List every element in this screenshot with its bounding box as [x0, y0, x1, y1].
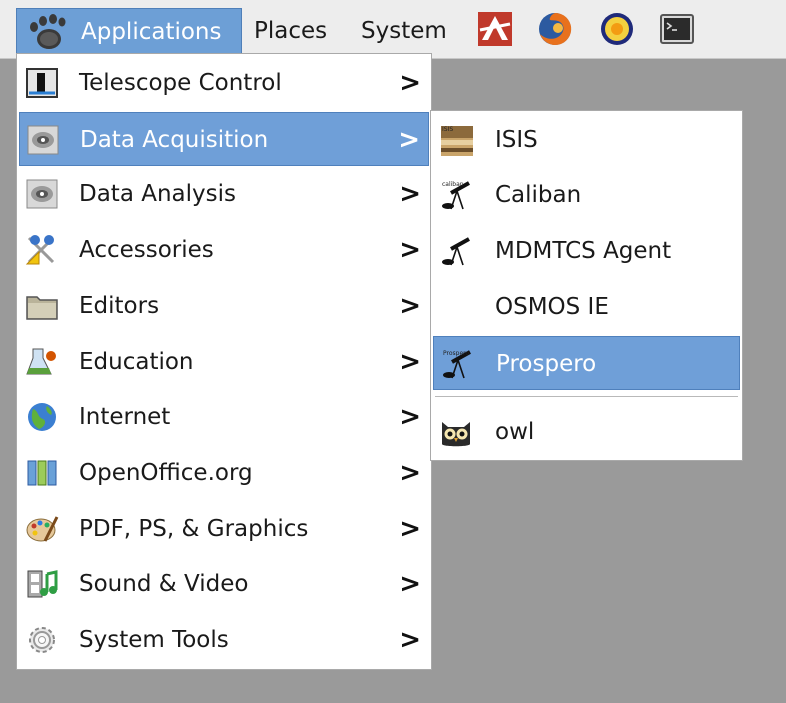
- menu-item-label: PDF, PS, & Graphics: [79, 515, 309, 542]
- applications-label: Applications: [81, 19, 222, 45]
- chevron-right-icon: >: [398, 124, 420, 155]
- chevron-right-icon: >: [399, 68, 421, 98]
- svg-text:Prospero: Prospero: [443, 350, 469, 357]
- applications-menu: Telescope Control > Data Acquisition > Data …: [16, 53, 432, 670]
- submenu-item-label: OSMOS IE: [495, 294, 609, 320]
- submenu-item-prospero[interactable]: Prospero Prospero: [433, 336, 740, 390]
- firefox-icon[interactable]: [536, 10, 574, 48]
- menu-item-sound-video[interactable]: Sound & Video >: [19, 557, 429, 611]
- chevron-right-icon: >: [399, 179, 421, 210]
- palette-icon: [26, 515, 59, 542]
- menu-separator: [435, 396, 738, 397]
- menu-item-openoffice-org[interactable]: OpenOffice.org >: [19, 446, 429, 500]
- terminal-icon[interactable]: [658, 10, 696, 48]
- submenu-item-isis[interactable]: ISIS ISIS: [433, 113, 740, 167]
- globe-icon: [28, 403, 56, 432]
- chevron-right-icon: >: [399, 290, 421, 321]
- folder-icon: [26, 296, 58, 320]
- submenu-item-label: owl: [495, 419, 535, 445]
- submenu-item-caliban[interactable]: caliban Caliban: [433, 168, 740, 222]
- menu-item-label: OpenOffice.org: [79, 459, 253, 486]
- menu-item-label: Telescope Control: [79, 70, 282, 96]
- submenu-item-label: Caliban: [495, 182, 582, 208]
- submenu-item-label: MDMTCS Agent: [495, 238, 672, 264]
- openoffice-icon: [27, 460, 57, 486]
- menu-item-system-tools[interactable]: System Tools >: [19, 613, 429, 667]
- film-icon: [27, 570, 58, 598]
- submenu-item-owl[interactable]: owl: [433, 405, 740, 459]
- menu-item-label: Editors: [79, 292, 160, 319]
- sun-icon[interactable]: [598, 10, 636, 48]
- telescope-control-icon: [26, 68, 58, 98]
- places-menu-button[interactable]: Places: [244, 8, 337, 54]
- galaxy-icon: [27, 125, 59, 155]
- menu-item-data-analysis[interactable]: Data Analysis >: [19, 167, 429, 221]
- menu-item-label: System Tools: [79, 627, 229, 653]
- galaxy-icon: [26, 179, 58, 209]
- menu-item-accessories[interactable]: Accessories >: [19, 223, 429, 277]
- menu-item-label: Internet: [79, 404, 171, 431]
- chevron-right-icon: >: [399, 235, 421, 266]
- gnome-foot-icon: [30, 14, 66, 49]
- applications-menu-button[interactable]: Applications: [16, 8, 242, 54]
- telescope-icon: caliban: [442, 181, 470, 210]
- chevron-right-icon: >: [399, 402, 421, 433]
- chevron-right-icon: >: [399, 457, 421, 488]
- telescope-icon: [442, 237, 470, 266]
- submenu-item-label: ISIS: [495, 127, 538, 153]
- system-menu-button[interactable]: System: [351, 8, 457, 54]
- submenu-item-osmos-ie[interactable]: OSMOS IE: [433, 280, 740, 334]
- app-launcher-icon[interactable]: [476, 10, 514, 48]
- submenu-item-mdmtcs-agent[interactable]: MDMTCS Agent: [433, 224, 740, 278]
- svg-text:caliban: caliban: [442, 181, 464, 188]
- submenu-item-label: Prospero: [496, 351, 597, 377]
- menu-item-editors[interactable]: Editors >: [19, 279, 429, 333]
- menu-item-pdf-ps-graphics[interactable]: PDF, PS, & Graphics >: [19, 502, 429, 556]
- top-panel: Applications Places System: [0, 0, 786, 59]
- menu-item-data-acquisition[interactable]: Data Acquisition >: [19, 111, 429, 166]
- chevron-right-icon: >: [399, 625, 421, 655]
- gear-icon: [29, 627, 55, 653]
- chevron-right-icon: >: [399, 569, 421, 600]
- menu-item-label: Education: [79, 348, 194, 375]
- owl-icon: [442, 422, 470, 447]
- chevron-right-icon: >: [399, 346, 421, 377]
- scissors-icon: [25, 235, 55, 265]
- menu-item-telescope-control[interactable]: Telescope Control >: [19, 56, 429, 110]
- menu-item-label: Data Acquisition: [80, 126, 269, 153]
- menu-item-education[interactable]: Education >: [19, 335, 429, 389]
- menu-item-internet[interactable]: Internet >: [19, 390, 429, 444]
- telescope-icon: Prospero: [443, 350, 471, 379]
- isis-icon: ISIS: [441, 126, 473, 156]
- menu-item-label: Data Analysis: [79, 181, 236, 208]
- menu-item-label: Sound & Video: [79, 571, 249, 598]
- chevron-right-icon: >: [399, 513, 421, 544]
- data-acquisition-submenu: ISIS ISIS caliban Caliban MDMTCS Agent OSMOS …: [430, 110, 743, 461]
- svg-text:ISIS: ISIS: [442, 126, 453, 133]
- menu-item-label: Accessories: [79, 237, 214, 264]
- system-label: System: [361, 18, 447, 44]
- places-label: Places: [254, 18, 328, 44]
- flask-icon: [26, 348, 56, 374]
